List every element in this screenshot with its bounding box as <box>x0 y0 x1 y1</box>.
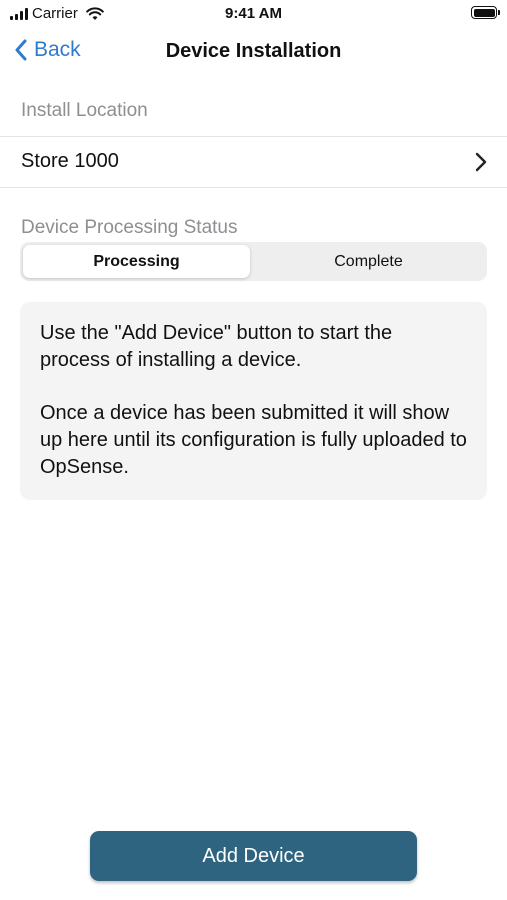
info-paragraph-2: Once a device has been submitted it will… <box>40 402 467 478</box>
info-paragraph-1: Use the "Add Device" button to start the… <box>40 322 393 371</box>
install-location-row[interactable]: Store 1000 <box>0 136 507 188</box>
status-time: 9:41 AM <box>225 5 282 22</box>
install-location-header: Install Location <box>21 100 148 121</box>
segment-processing[interactable]: Processing <box>23 245 250 278</box>
install-location-value: Store 1000 <box>21 150 119 172</box>
battery-icon <box>471 6 500 19</box>
segment-complete[interactable]: Complete <box>253 245 484 278</box>
navigation-bar: Back Device Installation <box>0 30 507 74</box>
status-bar: Carrier 9:41 AM <box>0 0 507 28</box>
chevron-right-icon <box>475 152 487 172</box>
processing-status-header: Device Processing Status <box>21 217 238 238</box>
processing-status-segmented-control: Processing Complete <box>20 242 487 281</box>
add-device-button[interactable]: Add Device <box>90 831 417 881</box>
info-message-box: Use the "Add Device" button to start the… <box>20 302 487 500</box>
page-title: Device Installation <box>165 40 342 62</box>
